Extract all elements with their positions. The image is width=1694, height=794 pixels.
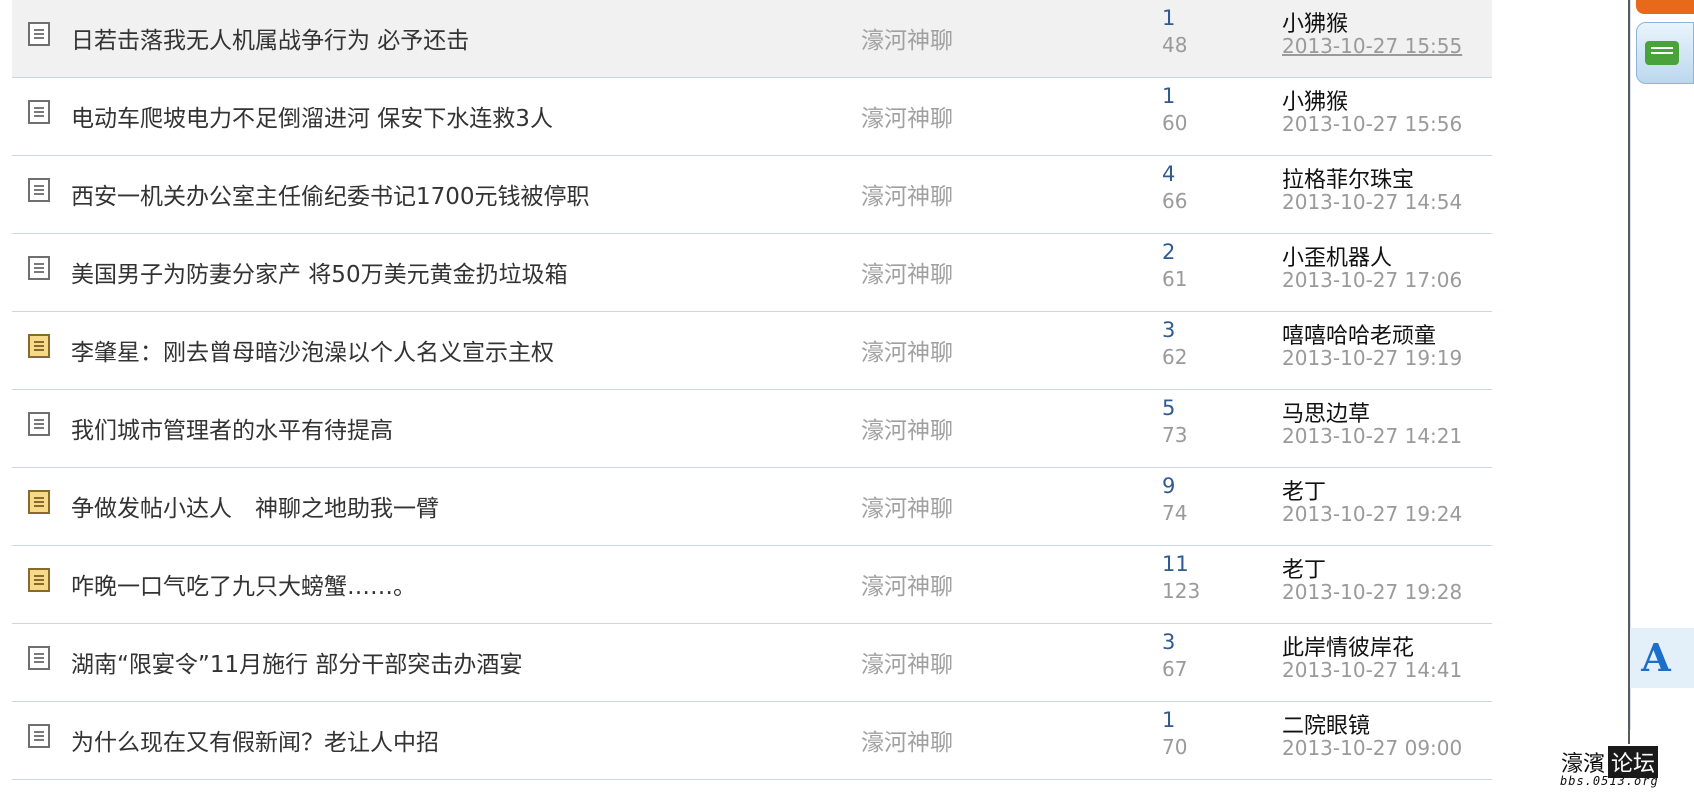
view-count: 123 <box>1162 579 1201 603</box>
watermark-url: bbs.0513.org <box>1560 774 1659 788</box>
side-toolbar <box>1630 0 1694 730</box>
doc-gray-icon <box>28 256 50 280</box>
view-count: 73 <box>1162 423 1188 447</box>
last-post-time-link[interactable]: 2013-10-27 14:54 <box>1282 190 1462 214</box>
thread-row[interactable]: 西安一机关办公室主任偷纪委书记1700元钱被停职 濠河神聊 4 66 拉格菲尔珠… <box>12 156 1492 234</box>
forum-name-link[interactable]: 濠河神聊 <box>861 645 953 679</box>
thread-title-link[interactable]: 西安一机关办公室主任偷纪委书记1700元钱被停职 <box>71 177 590 211</box>
reply-count: 9 <box>1162 474 1176 498</box>
reply-count: 5 <box>1162 396 1176 420</box>
forum-name-link[interactable]: 濠河神聊 <box>861 177 953 211</box>
last-post-time-link[interactable]: 2013-10-27 14:21 <box>1282 424 1462 448</box>
view-count: 66 <box>1162 189 1188 213</box>
last-post-time-link[interactable]: 2013-10-27 15:55 <box>1282 34 1462 58</box>
thread-title-link[interactable]: 争做发帖小达人 神聊之地助我一臂 <box>71 489 439 523</box>
thread-title-link[interactable]: 为什么现在又有假新闻？老让人中招 <box>71 723 439 757</box>
forum-name-link[interactable]: 濠河神聊 <box>861 21 953 55</box>
doc-yellow-icon <box>28 490 50 514</box>
doc-yellow-icon <box>28 334 50 358</box>
doc-yellow-icon <box>28 568 50 592</box>
last-post-time-link[interactable]: 2013-10-27 19:19 <box>1282 346 1462 370</box>
forum-name-link[interactable]: 濠河神聊 <box>861 723 953 757</box>
last-post-time-link[interactable]: 2013-10-27 15:56 <box>1282 112 1462 136</box>
thread-row[interactable]: 日若击落我无人机属战争行为 必予还击 濠河神聊 1 48 小狒猴 2013-10… <box>12 0 1492 78</box>
doc-gray-icon <box>28 646 50 670</box>
reply-count: 3 <box>1162 630 1176 654</box>
chat-button[interactable] <box>1636 22 1694 84</box>
thread-row[interactable]: 美国男子为防妻分家产 将50万美元黄金扔垃圾箱 濠河神聊 2 61 小歪机器人 … <box>12 234 1492 312</box>
last-post-time-link[interactable]: 2013-10-27 19:24 <box>1282 502 1462 526</box>
reply-count: 1 <box>1162 6 1176 30</box>
doc-gray-icon <box>28 100 50 124</box>
thread-title-link[interactable]: 李肇星：刚去曾母暗沙泡澡以个人名义宣示主权 <box>71 333 554 367</box>
doc-gray-icon <box>28 724 50 748</box>
thread-title-link[interactable]: 咋晚一口气吃了九只大螃蟹……。 <box>71 567 416 601</box>
view-count: 70 <box>1162 735 1188 759</box>
doc-gray-icon <box>28 22 50 46</box>
reply-count: 1 <box>1162 708 1176 732</box>
thread-row[interactable]: 电动车爬坡电力不足倒溜进河 保安下水连救3人 濠河神聊 1 60 小狒猴 201… <box>12 78 1492 156</box>
view-count: 67 <box>1162 657 1188 681</box>
forum-name-link[interactable]: 濠河神聊 <box>861 255 953 289</box>
thread-row[interactable]: 咋晚一口气吃了九只大螃蟹……。 濠河神聊 11 123 老丁 2013-10-2… <box>12 546 1492 624</box>
chat-bubble-icon <box>1645 41 1679 65</box>
thread-title-link[interactable]: 美国男子为防妻分家产 将50万美元黄金扔垃圾箱 <box>71 255 568 289</box>
thread-row[interactable]: 湖南“限宴令”11月施行 部分干部突击办酒宴 濠河神聊 3 67 此岸情彼岸花 … <box>12 624 1492 702</box>
thread-title-link[interactable]: 电动车爬坡电力不足倒溜进河 保安下水连救3人 <box>71 99 553 133</box>
view-count: 48 <box>1162 33 1188 57</box>
thread-row[interactable]: 争做发帖小达人 神聊之地助我一臂 濠河神聊 9 74 老丁 2013-10-27… <box>12 468 1492 546</box>
thread-title-link[interactable]: 湖南“限宴令”11月施行 部分干部突击办酒宴 <box>71 645 522 679</box>
last-post-time-link[interactable]: 2013-10-27 17:06 <box>1282 268 1462 292</box>
thread-row[interactable]: 李肇星：刚去曾母暗沙泡澡以个人名义宣示主权 濠河神聊 3 62 嘻嘻哈哈老顽童 … <box>12 312 1492 390</box>
last-post-time-link[interactable]: 2013-10-27 14:41 <box>1282 658 1462 682</box>
view-count: 74 <box>1162 501 1188 525</box>
forum-name-link[interactable]: 濠河神聊 <box>861 99 953 133</box>
last-post-time-link[interactable]: 2013-10-27 09:00 <box>1282 736 1462 760</box>
reply-count: 1 <box>1162 84 1176 108</box>
doc-gray-icon <box>28 178 50 202</box>
forum-name-link[interactable]: 濠河神聊 <box>861 489 953 523</box>
thread-list: 日若击落我无人机属战争行为 必予还击 濠河神聊 1 48 小狒猴 2013-10… <box>12 0 1492 780</box>
thread-title-link[interactable]: 我们城市管理者的水平有待提高 <box>71 411 393 445</box>
reply-count: 2 <box>1162 240 1176 264</box>
forum-name-link[interactable]: 濠河神聊 <box>861 567 953 601</box>
view-count: 60 <box>1162 111 1188 135</box>
font-size-button[interactable]: A <box>1630 628 1694 688</box>
thread-title-link[interactable]: 日若击落我无人机属战争行为 必予还击 <box>71 21 469 55</box>
reply-count: 3 <box>1162 318 1176 342</box>
reply-count: 4 <box>1162 162 1176 186</box>
last-post-time-link[interactable]: 2013-10-27 19:28 <box>1282 580 1462 604</box>
doc-gray-icon <box>28 412 50 436</box>
reply-count: 11 <box>1162 552 1189 576</box>
forum-watermark: 濠濱 论坛 bbs.0513.org <box>1556 744 1694 794</box>
thread-row[interactable]: 我们城市管理者的水平有待提高 濠河神聊 5 73 马思边草 2013-10-27… <box>12 390 1492 468</box>
forum-name-link[interactable]: 濠河神聊 <box>861 411 953 445</box>
thread-row[interactable]: 为什么现在又有假新闻？老让人中招 濠河神聊 1 70 二院眼镜 2013-10-… <box>12 702 1492 780</box>
view-count: 62 <box>1162 345 1188 369</box>
side-top-tab[interactable] <box>1636 0 1694 14</box>
view-count: 61 <box>1162 267 1188 291</box>
forum-name-link[interactable]: 濠河神聊 <box>861 333 953 367</box>
